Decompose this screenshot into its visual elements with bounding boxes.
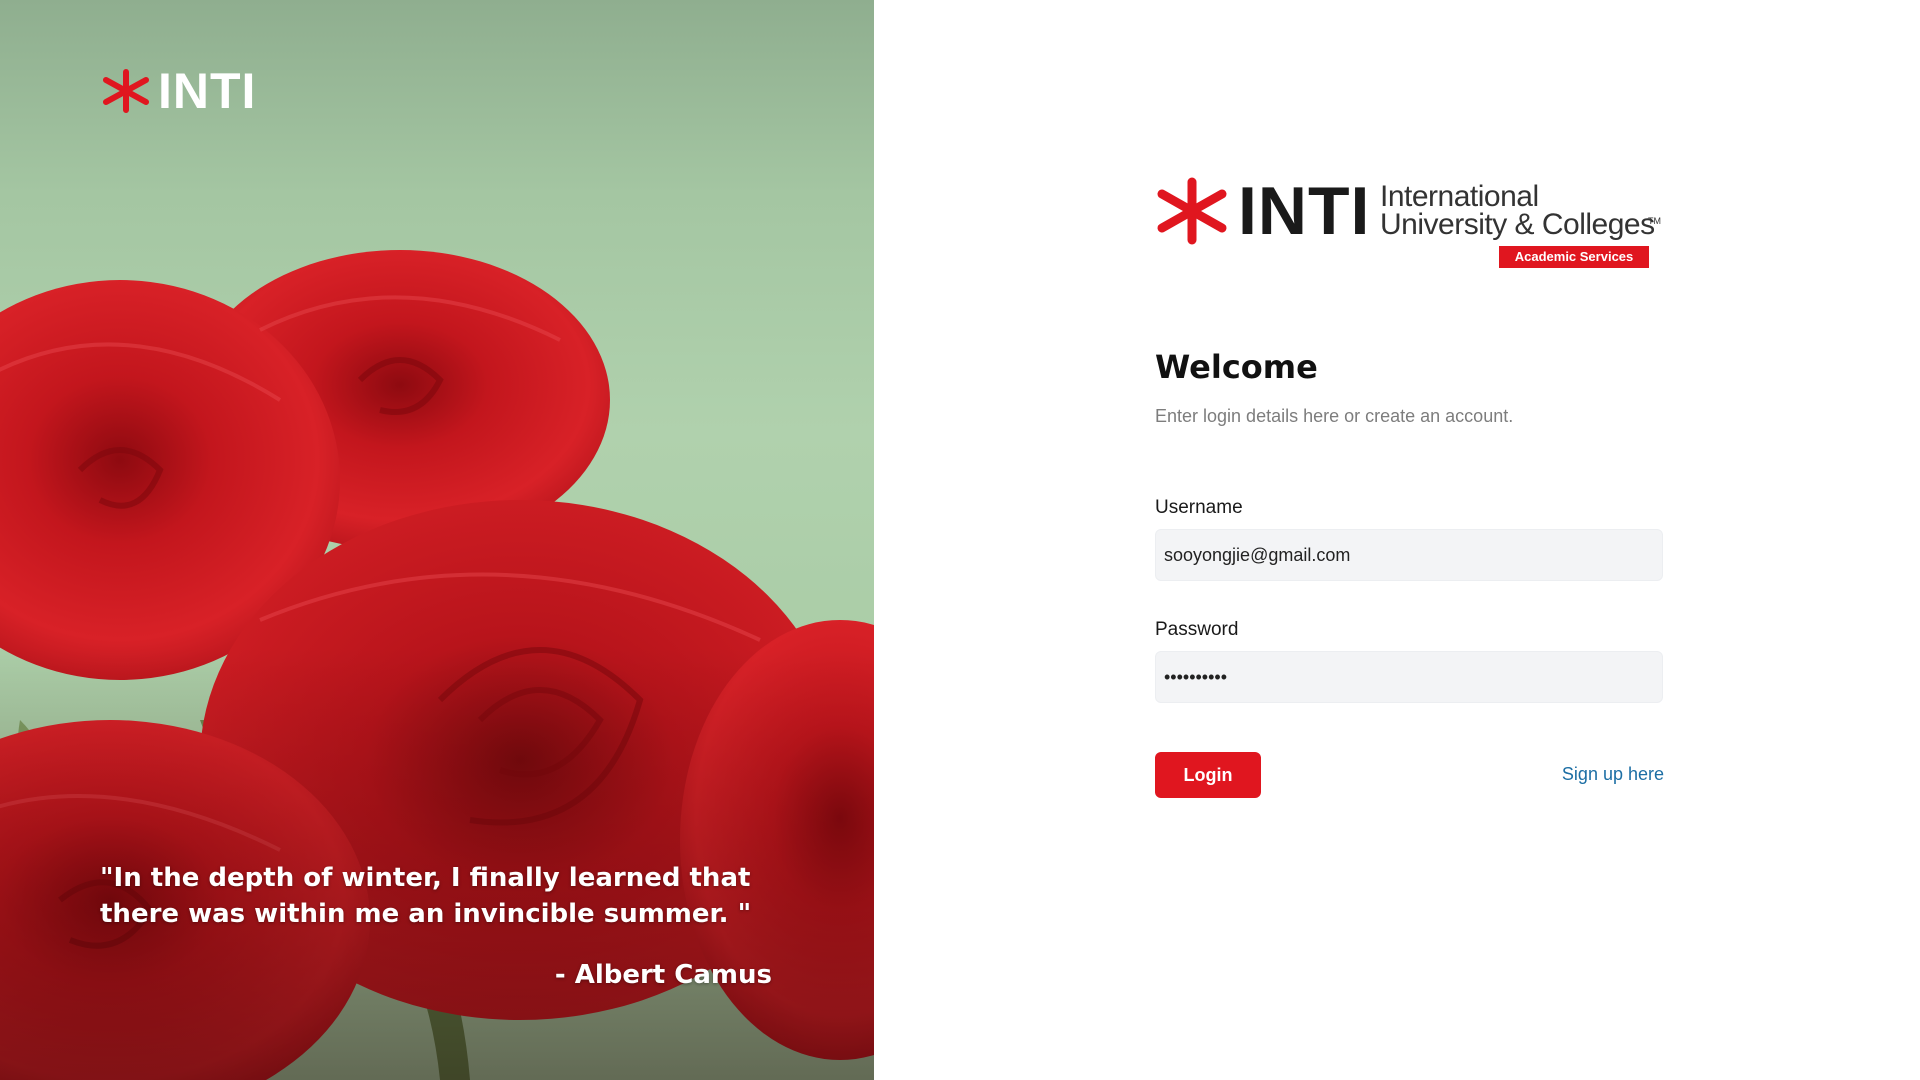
page-title: Welcome	[1155, 348, 1318, 386]
username-label: Username	[1155, 497, 1243, 518]
quote-author: - Albert Camus	[554, 960, 772, 990]
brand-line2: University & Colleges	[1380, 208, 1655, 241]
signup-link[interactable]: Sign up here	[1500, 764, 1664, 785]
username-input[interactable]	[1155, 529, 1663, 581]
password-label: Password	[1155, 619, 1239, 640]
hero-panel: INTI "In the depth of winter, I finally …	[0, 0, 874, 1080]
hero-logo-text: INTI	[158, 63, 257, 119]
quote-text: "In the depth of winter, I finally learn…	[100, 863, 752, 929]
trademark: TM	[1648, 216, 1661, 226]
hero-logo: INTI	[100, 62, 256, 120]
password-input[interactable]	[1155, 651, 1663, 703]
inti-brand-logo: INTI International University & Colleges…	[1154, 173, 1664, 276]
academic-services-badge: Academic Services	[1499, 246, 1649, 268]
page-subtitle: Enter login details here or create an ac…	[1155, 406, 1514, 426]
inti-star-icon	[103, 69, 149, 113]
inti-star-icon	[1157, 177, 1227, 245]
brand-inti: INTI	[1238, 173, 1371, 249]
login-button[interactable]: Login	[1155, 752, 1261, 798]
